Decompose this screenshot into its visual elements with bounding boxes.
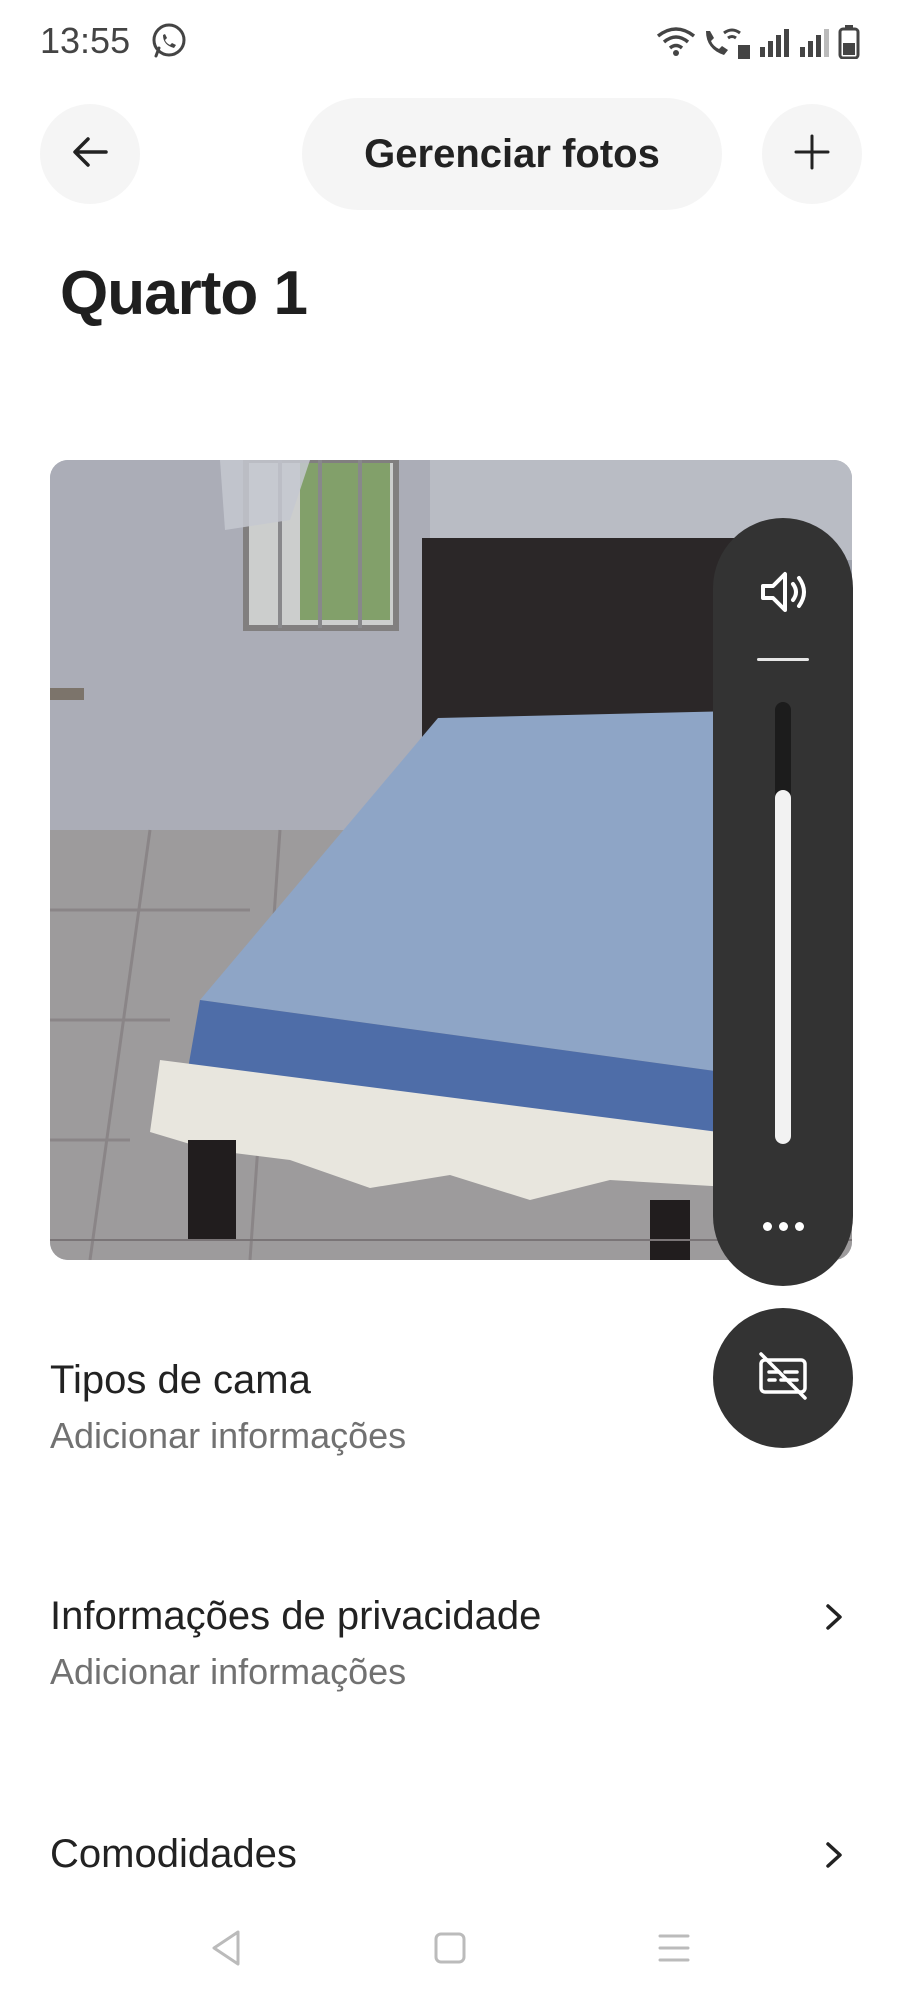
status-time: 13:55: [40, 20, 131, 61]
nav-back-icon[interactable]: [208, 1928, 244, 1968]
amenities-row[interactable]: Comodidades: [50, 1832, 850, 1877]
nav-menu-icon[interactable]: [656, 1930, 692, 1966]
chevron-right-icon: [816, 1600, 850, 1634]
volume-divider: [757, 658, 809, 661]
back-button[interactable]: [40, 104, 140, 204]
more-dot: [762, 1221, 772, 1231]
signal-icon: [798, 27, 832, 57]
chevron-right-icon: [816, 1838, 850, 1872]
arrow-left-icon: [70, 132, 110, 177]
wifi-calling-icon: [702, 25, 752, 59]
page-title: Quarto 1: [60, 259, 308, 328]
row-title: Tipos de cama: [50, 1358, 311, 1402]
whatsapp-icon: [150, 22, 188, 60]
manage-photos-button[interactable]: Gerenciar fotos: [302, 98, 722, 210]
more-horizontal-icon[interactable]: [753, 1206, 813, 1246]
add-photo-button[interactable]: [762, 104, 862, 204]
system-nav-bar: [0, 1906, 900, 2000]
volume-level-fill: [775, 790, 791, 1144]
nav-home-icon[interactable]: [432, 1930, 468, 1966]
battery-icon: [838, 25, 860, 59]
wifi-icon: [656, 26, 696, 58]
row-title: Comodidades: [50, 1832, 297, 1876]
status-bar: 13:55: [0, 0, 900, 86]
more-dot: [778, 1221, 788, 1231]
privacy-info-row[interactable]: Informações de privacidade Adicionar inf…: [50, 1594, 850, 1693]
volume-panel: [713, 518, 853, 1286]
plus-icon: [792, 132, 832, 177]
bed-types-row[interactable]: Tipos de cama Adicionar informações: [50, 1358, 850, 1457]
speaker-icon[interactable]: [755, 564, 811, 620]
status-icons: [656, 22, 860, 62]
row-subtitle: Adicionar informações: [50, 1415, 407, 1456]
more-dot: [794, 1221, 804, 1231]
row-subtitle: Adicionar informações: [50, 1651, 407, 1692]
volume-slider[interactable]: [775, 702, 791, 1144]
row-title: Informações de privacidade: [50, 1594, 542, 1638]
signal-icon: [758, 27, 792, 57]
screen: 13:55 Gerenciar fotos Quarto 1 Tipos de …: [0, 0, 900, 2000]
